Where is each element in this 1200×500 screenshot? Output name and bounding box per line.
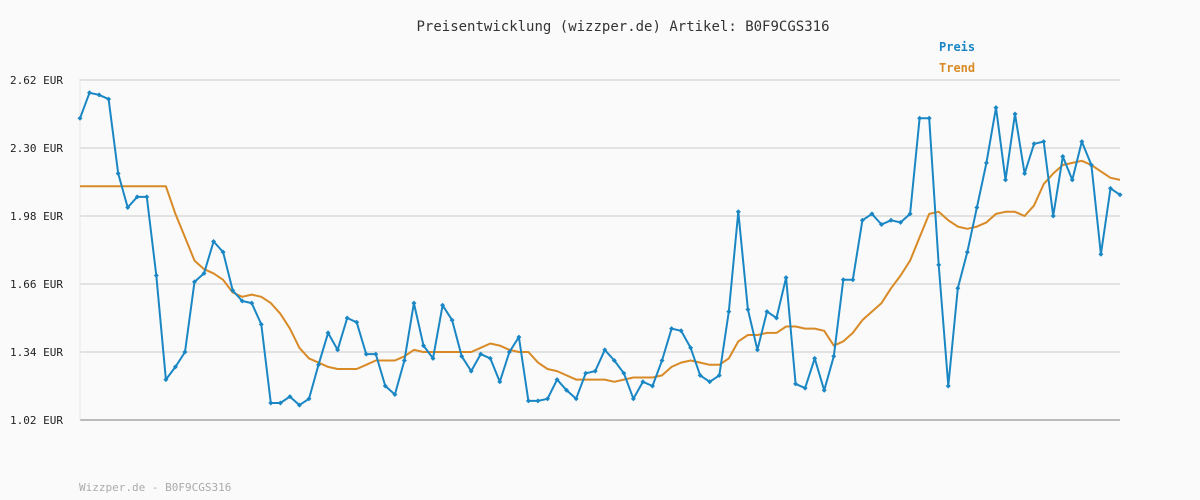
price-point bbox=[525, 398, 531, 404]
price-point bbox=[983, 160, 989, 166]
price-line bbox=[79, 91, 1121, 407]
price-point bbox=[115, 171, 121, 176]
price-point bbox=[87, 90, 93, 96]
price-point bbox=[831, 353, 837, 359]
price-point bbox=[964, 249, 970, 255]
footer-watermark: Wizzper.de - B0F9CGS316 bbox=[79, 481, 232, 494]
price-point bbox=[840, 277, 846, 283]
price-point bbox=[974, 205, 980, 210]
price-point bbox=[735, 209, 741, 215]
price-point bbox=[993, 105, 999, 111]
y-tick-label: 1.66 EUR bbox=[10, 278, 63, 291]
y-tick-label: 1.02 EUR bbox=[10, 414, 63, 427]
price-point bbox=[1041, 139, 1047, 145]
trend-series bbox=[80, 159, 1121, 383]
y-tick-label: 2.30 EUR bbox=[10, 142, 63, 155]
price-point bbox=[1022, 171, 1028, 176]
price-point bbox=[926, 115, 932, 121]
price-point bbox=[1031, 141, 1037, 147]
price-chart: 2.62 EUR 2.30 EUR 1.98 EUR 1.66 EUR 1.34 EUR… bbox=[10, 74, 1123, 427]
price-point bbox=[850, 277, 856, 283]
price-point bbox=[669, 326, 675, 332]
price-point bbox=[401, 358, 407, 363]
price-series bbox=[77, 90, 1123, 408]
price-point bbox=[1050, 213, 1056, 219]
y-tick-label: 1.98 EUR bbox=[10, 210, 63, 223]
y-axis-labels: 2.62 EUR 2.30 EUR 1.98 EUR 1.66 EUR 1.34 EUR… bbox=[10, 74, 63, 427]
price-point bbox=[917, 115, 923, 121]
price-point bbox=[812, 355, 818, 361]
price-point bbox=[153, 273, 159, 278]
price-point bbox=[1098, 251, 1104, 257]
price-point bbox=[535, 398, 541, 404]
price-point bbox=[945, 383, 951, 389]
grid-lines bbox=[80, 79, 1120, 353]
price-point bbox=[144, 194, 150, 200]
axes bbox=[79, 78, 1120, 421]
price-point bbox=[1003, 177, 1009, 183]
price-point bbox=[77, 115, 83, 121]
price-point bbox=[726, 309, 732, 315]
price-point bbox=[1012, 111, 1018, 117]
y-tick-label: 1.34 EUR bbox=[10, 346, 63, 359]
price-point bbox=[268, 400, 274, 406]
price-point bbox=[936, 262, 942, 268]
price-point bbox=[659, 358, 665, 363]
price-point bbox=[955, 285, 961, 291]
price-point bbox=[783, 275, 789, 281]
y-tick-label: 2.62 EUR bbox=[10, 74, 63, 87]
price-point bbox=[411, 300, 417, 306]
price-point bbox=[821, 387, 827, 393]
price-point bbox=[745, 307, 751, 312]
price-point bbox=[583, 370, 589, 376]
trend-line bbox=[80, 159, 1121, 383]
